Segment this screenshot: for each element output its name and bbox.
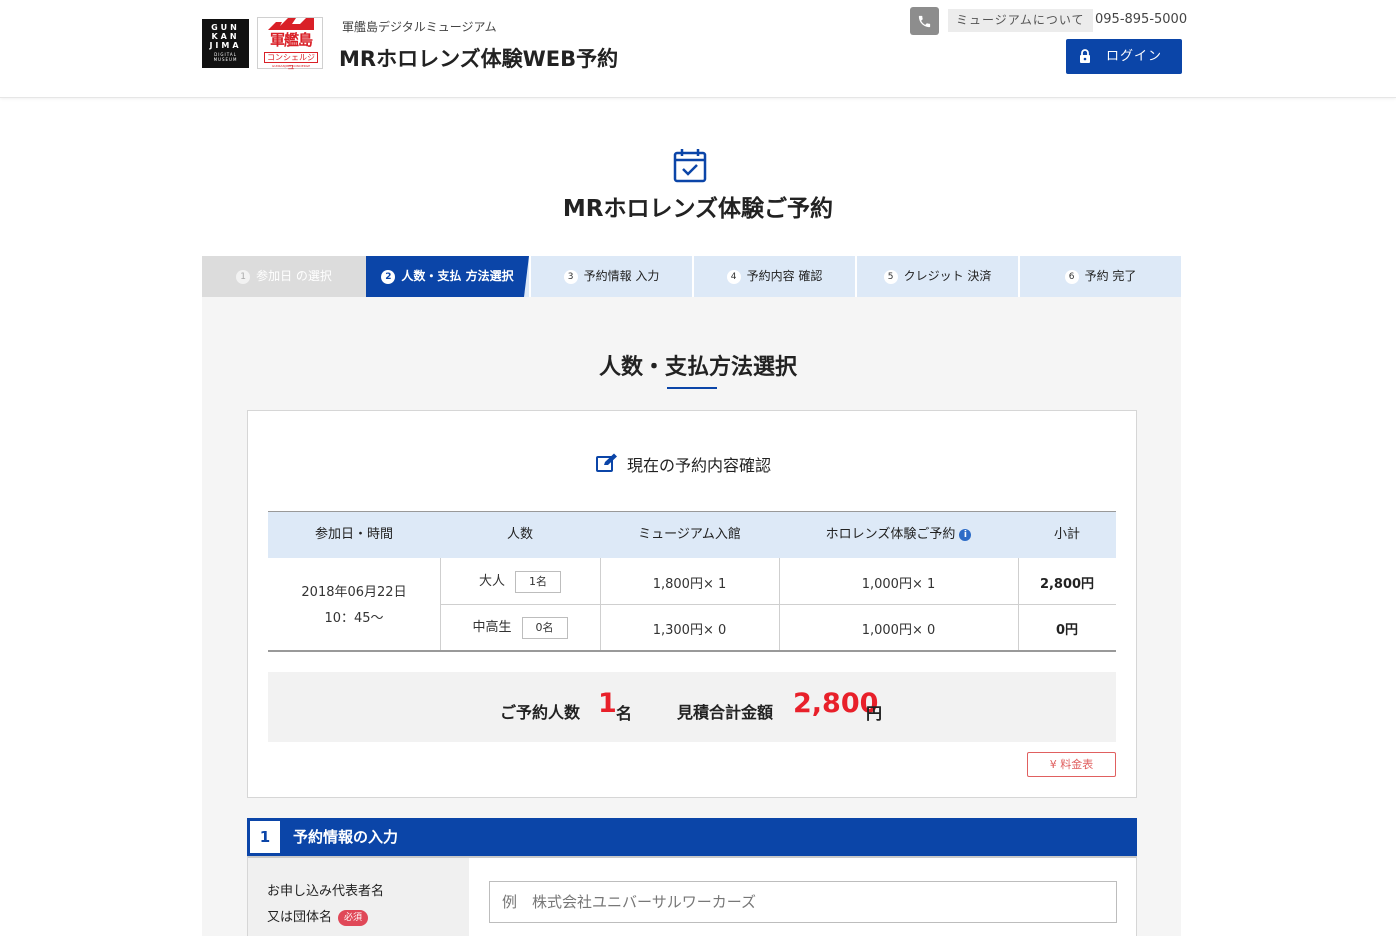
estimate-total-label: 見積合計金額 xyxy=(677,703,774,722)
estimate-summary: ご予約人数 1 名 見積合計金額 2,800 円 xyxy=(268,672,1116,742)
student-subtotal: 0円 xyxy=(1055,623,1079,638)
col-header-date-time: 参加日・時間 xyxy=(314,527,393,542)
about-museum-link[interactable]: ミュージアムについて xyxy=(948,9,1093,32)
calendar-check-icon xyxy=(673,149,707,183)
student-quantity-select[interactable]: 0名 xyxy=(521,616,568,639)
site-title[interactable]: MRホロレンズ体験WEB予約 xyxy=(339,43,618,73)
login-button[interactable]: ログイン xyxy=(1066,39,1182,74)
estimate-total-unit: 円 xyxy=(866,704,883,723)
reservation-table: 参加日・時間 人数 ミュージアム入館 ホロレンズ体験ご予約 i 小計 2018年0… xyxy=(268,511,1116,652)
group-name-label-text: 又は団体名 xyxy=(267,910,333,925)
table-divider xyxy=(440,604,1116,605)
section-title-underline xyxy=(667,387,717,389)
table-bottom-border xyxy=(268,650,1116,652)
step-1-select-date[interactable]: 1 参加日 の選択 xyxy=(202,256,366,297)
step-number: 6 xyxy=(1064,270,1079,284)
col-header-hololens: ホロレンズ体験ご予約 i xyxy=(779,512,1018,558)
page-title: MRホロレンズ体験ご予約 xyxy=(562,196,834,222)
ship-mark-icon xyxy=(268,18,314,30)
gunkanjima-digital-museum-logo[interactable]: GUN KAN JIMA DIGITAL MUSEUM xyxy=(202,19,249,68)
step-5-credit-payment[interactable]: 5 クレジット 決済 xyxy=(855,256,1018,297)
step-3-enter-info[interactable]: 3 予約情報 入力 xyxy=(529,256,692,297)
step-number: 2 xyxy=(381,270,395,284)
adult-hololens-price: 1,000円× 1 xyxy=(861,577,936,592)
edit-icon xyxy=(596,453,617,472)
logo-gkj-text: GUN KAN JIMA xyxy=(209,23,242,50)
step-number: 4 xyxy=(726,270,741,284)
reservation-time: 10：45～ xyxy=(324,611,384,626)
ticket-type-student: 中高生 xyxy=(472,620,512,635)
col-header-subtotal: 小計 xyxy=(1053,527,1080,542)
phone-icon xyxy=(918,15,931,28)
col-header-museum: ミュージアム入館 xyxy=(638,527,741,542)
adult-quantity-select[interactable]: 1名 xyxy=(515,570,561,593)
adult-museum-price: 1,800円× 1 xyxy=(652,577,727,592)
adult-subtotal: 2,800円 xyxy=(1039,577,1095,592)
step-2-people-payment[interactable]: 2 人数・支払 方法選択 xyxy=(366,256,529,297)
table-row-student: 中高生 0名 xyxy=(440,615,600,643)
required-badge: 必須 xyxy=(338,910,369,926)
step-label: 予約情報 入力 xyxy=(583,269,660,283)
logo-gc-subtitle: コンシェルジュ xyxy=(264,52,318,71)
people-count-unit: 名 xyxy=(616,704,633,723)
form-section-number: 1 xyxy=(250,821,280,853)
site-header: GUN KAN JIMA DIGITAL MUSEUM 軍艦島 コンシェルジュ … xyxy=(0,0,1396,98)
step-number: 3 xyxy=(563,270,578,284)
step-6-complete[interactable]: 6 予約 完了 xyxy=(1018,256,1181,297)
step-label: 人数・支払 方法選択 xyxy=(401,269,514,283)
people-count-value: 1 xyxy=(598,688,617,719)
form-section-label: 予約情報の入力 xyxy=(293,828,399,846)
table-header-row: 参加日・時間 人数 ミュージアム入館 ホロレンズ体験ご予約 i 小計 xyxy=(268,511,1116,558)
logo-gc-english: GUNKANJIMA CONCIERGE xyxy=(271,64,311,68)
price-table-button[interactable]: ¥ 料金表 xyxy=(1027,752,1116,777)
student-museum-price: 1,300円× 0 xyxy=(652,623,727,638)
login-label: ログイン xyxy=(1106,49,1163,64)
step-label: 予約内容 確認 xyxy=(746,269,823,283)
form-row-applicant-name: お申し込み代表者名 又は団体名 必須 xyxy=(247,856,1137,936)
phone-button[interactable] xyxy=(910,7,939,35)
step-label: 参加日 の選択 xyxy=(256,269,332,283)
col-header-people: 人数 xyxy=(506,527,533,542)
student-hololens-price: 1,000円× 0 xyxy=(861,623,936,638)
step-label: 予約 完了 xyxy=(1084,269,1137,283)
info-icon[interactable]: i xyxy=(959,529,972,541)
gunkanjima-concierge-logo[interactable]: 軍艦島 コンシェルジュ GUNKANJIMA CONCIERGE xyxy=(257,17,323,71)
lock-icon xyxy=(1080,49,1090,63)
section-title: 人数・支払方法選択 xyxy=(598,355,797,380)
site-subtitle: 軍艦島デジタルミュージアム xyxy=(342,20,497,34)
phone-number[interactable]: 095-895-5000 xyxy=(1095,12,1187,27)
step-4-confirm[interactable]: 4 予約内容 確認 xyxy=(692,256,855,297)
people-count-label: ご予約人数 xyxy=(500,703,581,722)
form-section-header: 1 予約情報の入力 xyxy=(247,818,1137,856)
group-name-label: 又は団体名 必須 xyxy=(267,906,369,926)
confirm-heading-label: 現在の予約内容確認 xyxy=(627,456,772,475)
table-row-adult: 大人 1名 xyxy=(440,569,600,597)
progress-steps: 1 参加日 の選択 2 人数・支払 方法選択 3 予約情報 入力 4 予約内容 確認 5… xyxy=(202,256,1181,297)
logo-gc-title: 軍艦島 xyxy=(269,31,313,49)
reservation-date: 2018年06月22日 xyxy=(301,585,407,600)
applicant-name-input[interactable] xyxy=(489,881,1117,923)
applicant-name-label: お申し込み代表者名 xyxy=(267,884,385,899)
step-number: 1 xyxy=(236,270,251,284)
step-number: 5 xyxy=(883,270,898,284)
step-label: クレジット 決済 xyxy=(903,269,992,283)
ticket-type-adult: 大人 xyxy=(478,574,505,589)
col-header-hololens-label: ホロレンズ体験ご予約 xyxy=(825,527,956,542)
logo-gkj-subtext: DIGITAL MUSEUM xyxy=(213,52,238,62)
